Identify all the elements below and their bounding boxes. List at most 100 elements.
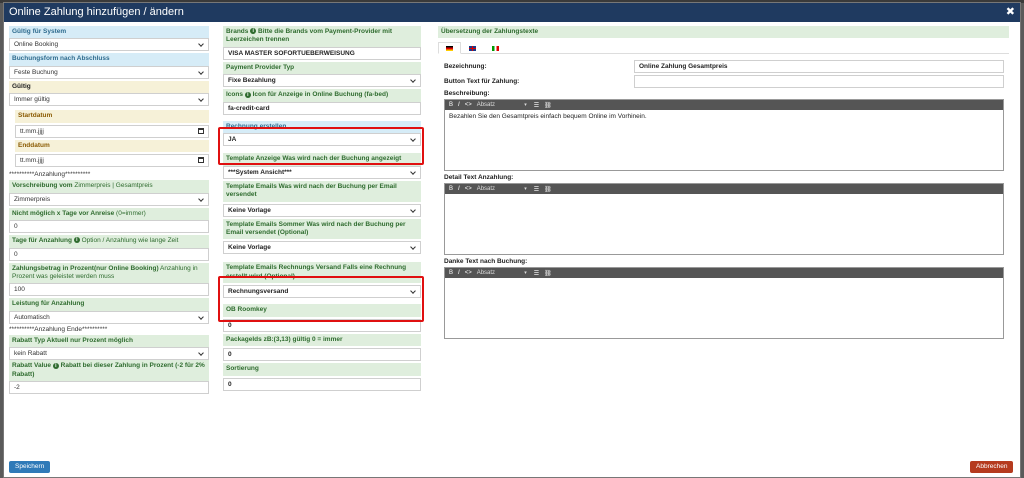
bezeichnung-row: Bezeichnung: Online Zahlung Gesamtpreis (438, 60, 1009, 74)
startdatum-input[interactable]: tt.mm.jjjj (15, 124, 209, 138)
right-column: Übersetzung der Zahlungstexte Bezeichnun… (438, 26, 1009, 340)
button-text-row: Button Text für Zahlung: (438, 75, 1009, 89)
flag-de-icon (446, 45, 453, 51)
bold-icon[interactable]: B (449, 186, 453, 192)
format-dropdown[interactable]: Absatz (477, 270, 529, 276)
format-dropdown[interactable]: Absatz (477, 102, 529, 108)
buchungsform-label: Buchungsform nach Abschluss (9, 53, 209, 66)
list-icon[interactable]: ☰ (534, 186, 539, 193)
bold-icon[interactable]: B (449, 270, 453, 276)
icons-label: Icons i Icon für Anzeige in Online Buchu… (223, 89, 421, 102)
list-icon[interactable]: ☰ (534, 102, 539, 109)
sortierung-input[interactable]: 0 (223, 377, 421, 391)
zahlungsbetrag-input[interactable]: 100 (9, 283, 209, 297)
info-icon: i (52, 362, 59, 369)
button-text-label: Button Text für Zahlung: (444, 78, 520, 86)
tab-de[interactable] (438, 42, 461, 55)
calendar-icon[interactable] (198, 157, 204, 164)
buchungsform-select[interactable]: Feste Buchung (9, 65, 209, 79)
anzahlung-section-start: **********Anzahlung********** (9, 171, 91, 179)
editor-toolbar: BI <> Absatz ☰ ⛓ (445, 100, 1003, 111)
template-sommer-label: Template Emails Sommer Was wird nach der… (223, 218, 421, 240)
tab-it[interactable] (484, 42, 507, 54)
detail-text[interactable] (445, 194, 1003, 255)
bezeichnung-input[interactable]: Online Zahlung Gesamtpreis (634, 60, 1004, 74)
editor-toolbar: BI <> Absatz ☰ ⛓ (445, 268, 1003, 279)
left-column: Gültig für System Online Booking Buchung… (9, 26, 209, 395)
packageids-input[interactable]: 0 (223, 348, 421, 362)
beschreibung-editor: BI <> Absatz ☰ ⛓ Bezahlen Sie den Gesamtpr… (444, 99, 1004, 172)
startdatum-label: Startdatum (15, 110, 209, 123)
tab-en[interactable] (461, 42, 484, 54)
button-text-input[interactable] (634, 75, 1004, 89)
bold-icon[interactable]: B (449, 102, 453, 108)
flag-it-icon (492, 45, 499, 51)
italic-icon[interactable]: I (458, 270, 460, 276)
enddatum-label: Enddatum (15, 139, 209, 153)
danke-label: Danke Text nach Buchung: (444, 258, 528, 266)
cancel-button[interactable]: Abbrechen (970, 461, 1014, 473)
icons-input[interactable]: fa-credit-card (223, 101, 421, 115)
danke-editor: BI <> Absatz ☰ ⛓ (444, 267, 1004, 340)
tage-anzahlung-label: Tage für Anzahlung i Option / Anzahlung … (9, 235, 209, 248)
gueltig-label: Gültig (9, 80, 209, 94)
link-icon[interactable]: ⛓ (544, 186, 552, 193)
info-icon: i (244, 91, 251, 98)
provider-typ-label: Payment Provider Typ (223, 61, 421, 75)
gueltig-system-select[interactable]: Online Booking (9, 38, 209, 52)
code-icon[interactable]: <> (465, 102, 472, 108)
template-emails-select[interactable]: Keine Vorlage (223, 203, 421, 217)
nicht-moeglich-input[interactable]: 0 (9, 220, 209, 234)
vorschreibung-select[interactable]: Zimmerpreis (9, 192, 209, 206)
leistung-label: Leistung für Anzahlung (9, 298, 209, 311)
link-icon[interactable]: ⛓ (544, 102, 552, 109)
brands-input[interactable]: VISA MASTER SOFORTUEBERWEISUNG (223, 46, 421, 60)
code-icon[interactable]: <> (465, 186, 472, 192)
list-icon[interactable]: ☰ (534, 270, 539, 277)
vorschreibung-label: Vorschreibung vom Zimmerpreis | Gesamtpr… (9, 180, 209, 193)
middle-column: Brands i Bitte die Brands vom Payment-Pr… (223, 26, 421, 391)
rabatt-value-label: Rabatt Value i Rabatt bei dieser Zahlung… (9, 360, 209, 382)
packageids-label: PackageIds zB:(3,13) gültig 0 = immer (223, 333, 421, 347)
dialog-title: Online Zahlung hinzufügen / ändern (9, 6, 184, 18)
gueltig-select[interactable]: Immer gültig (9, 93, 209, 107)
editor-toolbar: BI <> Absatz ☰ ⛓ (445, 184, 1003, 195)
beschreibung-text[interactable]: Bezahlen Sie den Gesamtpreis einfach beq… (445, 110, 1003, 171)
enddatum-input[interactable]: tt.mm.jjjj (15, 154, 209, 168)
payment-dialog: Online Zahlung hinzufügen / ändern ✖ Gül… (3, 2, 1021, 478)
rabatt-typ-select[interactable]: kein Rabatt (9, 347, 209, 361)
close-icon[interactable]: ✖ (1006, 3, 1015, 22)
info-icon: i (250, 28, 257, 35)
template-anzeige-select[interactable]: ***System Ansicht*** (223, 165, 421, 179)
danke-text[interactable] (445, 278, 1003, 339)
tage-anzahlung-input[interactable]: 0 (9, 247, 209, 261)
format-dropdown[interactable]: Absatz (477, 186, 529, 192)
dialog-titlebar: Online Zahlung hinzufügen / ändern ✖ (4, 3, 1020, 22)
link-icon[interactable]: ⛓ (544, 270, 552, 277)
sortierung-label: Sortierung (223, 363, 421, 376)
calendar-icon[interactable] (198, 127, 204, 134)
template-emails-label: Template Emails Was wird nach der Buchun… (223, 180, 421, 202)
detail-editor: BI <> Absatz ☰ ⛓ (444, 183, 1004, 256)
rabatt-value-input[interactable]: -2 (9, 381, 209, 395)
zahlungsbetrag-label: Zahlungsbetrag in Prozent(nur Online Boo… (9, 262, 209, 284)
detail-label: Detail Text Anzahlung: (444, 174, 514, 182)
language-tabs (438, 42, 1009, 55)
highlight-rechnung (218, 127, 424, 165)
anzahlung-section-end: **********Anzahlung Ende********** (9, 325, 108, 333)
template-sommer-select[interactable]: Keine Vorlage (223, 241, 421, 255)
bezeichnung-label: Bezeichnung: (444, 63, 487, 71)
brands-label: Brands i Bitte die Brands vom Payment-Pr… (223, 26, 421, 47)
italic-icon[interactable]: I (458, 102, 460, 108)
highlight-template-rechnung (218, 276, 424, 322)
rabatt-typ-label: Rabatt Typ Aktuell nur Prozent möglich (9, 334, 209, 348)
nicht-moeglich-label: Nicht möglich x Tage vor Anreise (0=imme… (9, 207, 209, 221)
italic-icon[interactable]: I (458, 186, 460, 192)
flag-en-icon (469, 45, 476, 51)
provider-typ-select[interactable]: Fixe Bezahlung (223, 74, 421, 88)
code-icon[interactable]: <> (465, 270, 472, 276)
translation-header: Übersetzung der Zahlungstexte (438, 26, 1009, 39)
save-button[interactable]: Speichern (9, 461, 51, 473)
leistung-select[interactable]: Automatisch (9, 310, 209, 324)
gueltig-system-label: Gültig für System (9, 26, 209, 39)
